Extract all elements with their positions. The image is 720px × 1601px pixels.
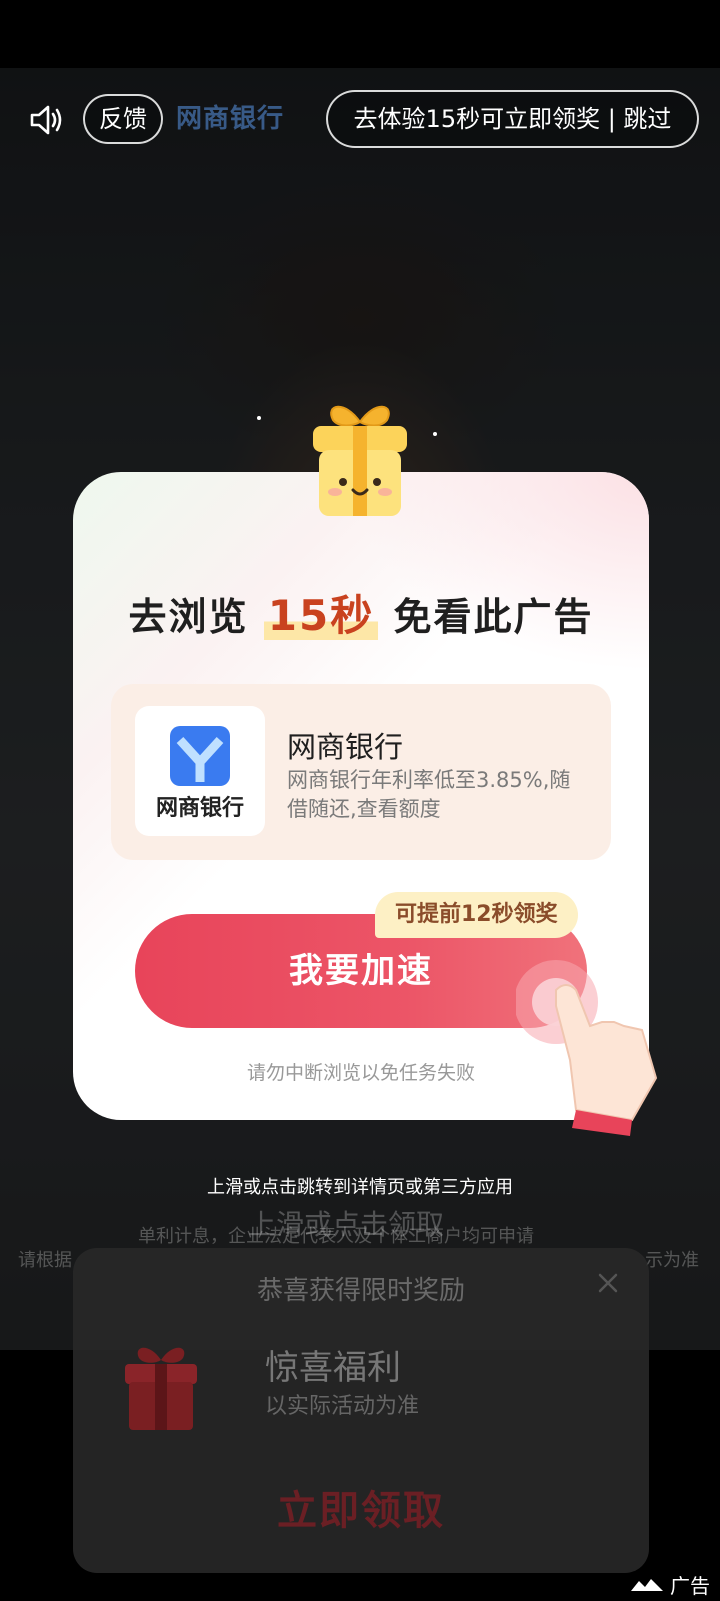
background-disclaimer: 单利计息，企业法定代表人及个体工商户均可申请 [138, 1226, 534, 1247]
ad-label: 广告 [614, 1568, 720, 1601]
sparkle [257, 416, 261, 420]
background-disclaimer-left: 请根据 [18, 1250, 72, 1271]
gift-icon [125, 1347, 197, 1430]
title-prefix: 去浏览 [128, 595, 264, 639]
app-logo-text: 网商银行 [155, 796, 244, 821]
app-card[interactable]: 网商银行 网商银行 网商银行年利率低至3.85%,随借随还,查看额度 [111, 684, 611, 860]
claim-now-button[interactable]: 立即领取 [73, 1478, 649, 1536]
title-highlight: 15秒 [263, 591, 379, 640]
browse-reward-modal: 去浏览 15秒 免看此广告 网商银行 网商银行 网商银行年利率低至3.85%,随… [73, 405, 658, 1136]
ad-logo-icon [631, 1578, 663, 1591]
sparkle [433, 432, 437, 436]
close-icon[interactable] [593, 1268, 623, 1298]
title-suffix: 免看此广告 [378, 595, 594, 639]
early-reward-badge: 可提前12秒领奖 [375, 892, 578, 938]
gift-box-icon [313, 405, 407, 516]
reward-name: 惊喜福利 [265, 1348, 401, 1388]
reward-card-title: 恭喜获得限时奖励 [256, 1276, 465, 1306]
top-bar: 反馈 网商银行 去体验15秒可立即领奖 | 跳过 [0, 86, 720, 152]
app-name: 网商银行 [287, 730, 404, 764]
app-logo: 网商银行 [135, 706, 265, 836]
speaker-icon [30, 105, 62, 135]
swipe-hint: 上滑或点击跳转到详情页或第三方应用 [207, 1177, 513, 1198]
brand-watermark: 网商银行 [176, 104, 285, 134]
reward-subtitle: 以实际活动为准 [265, 1394, 420, 1419]
reward-card[interactable]: 恭喜获得限时奖励 惊喜福利 以实际活动为准 立即领取 [73, 1248, 649, 1573]
pointing-hand-icon [516, 960, 658, 1136]
modal-title: 去浏览 15秒 免看此广告 [73, 582, 649, 643]
mybank-logo-icon [170, 726, 230, 786]
sound-toggle-button[interactable] [22, 96, 70, 144]
ad-label-text: 广告 [670, 1574, 710, 1598]
feedback-button[interactable]: 反馈 [83, 94, 163, 144]
app-description: 网商银行年利率低至3.85%,随借随还,查看额度 [287, 768, 571, 821]
skip-button[interactable]: 去体验15秒可立即领奖 | 跳过 [326, 90, 699, 148]
background-disclaimer-right: 示为准 [645, 1250, 699, 1271]
